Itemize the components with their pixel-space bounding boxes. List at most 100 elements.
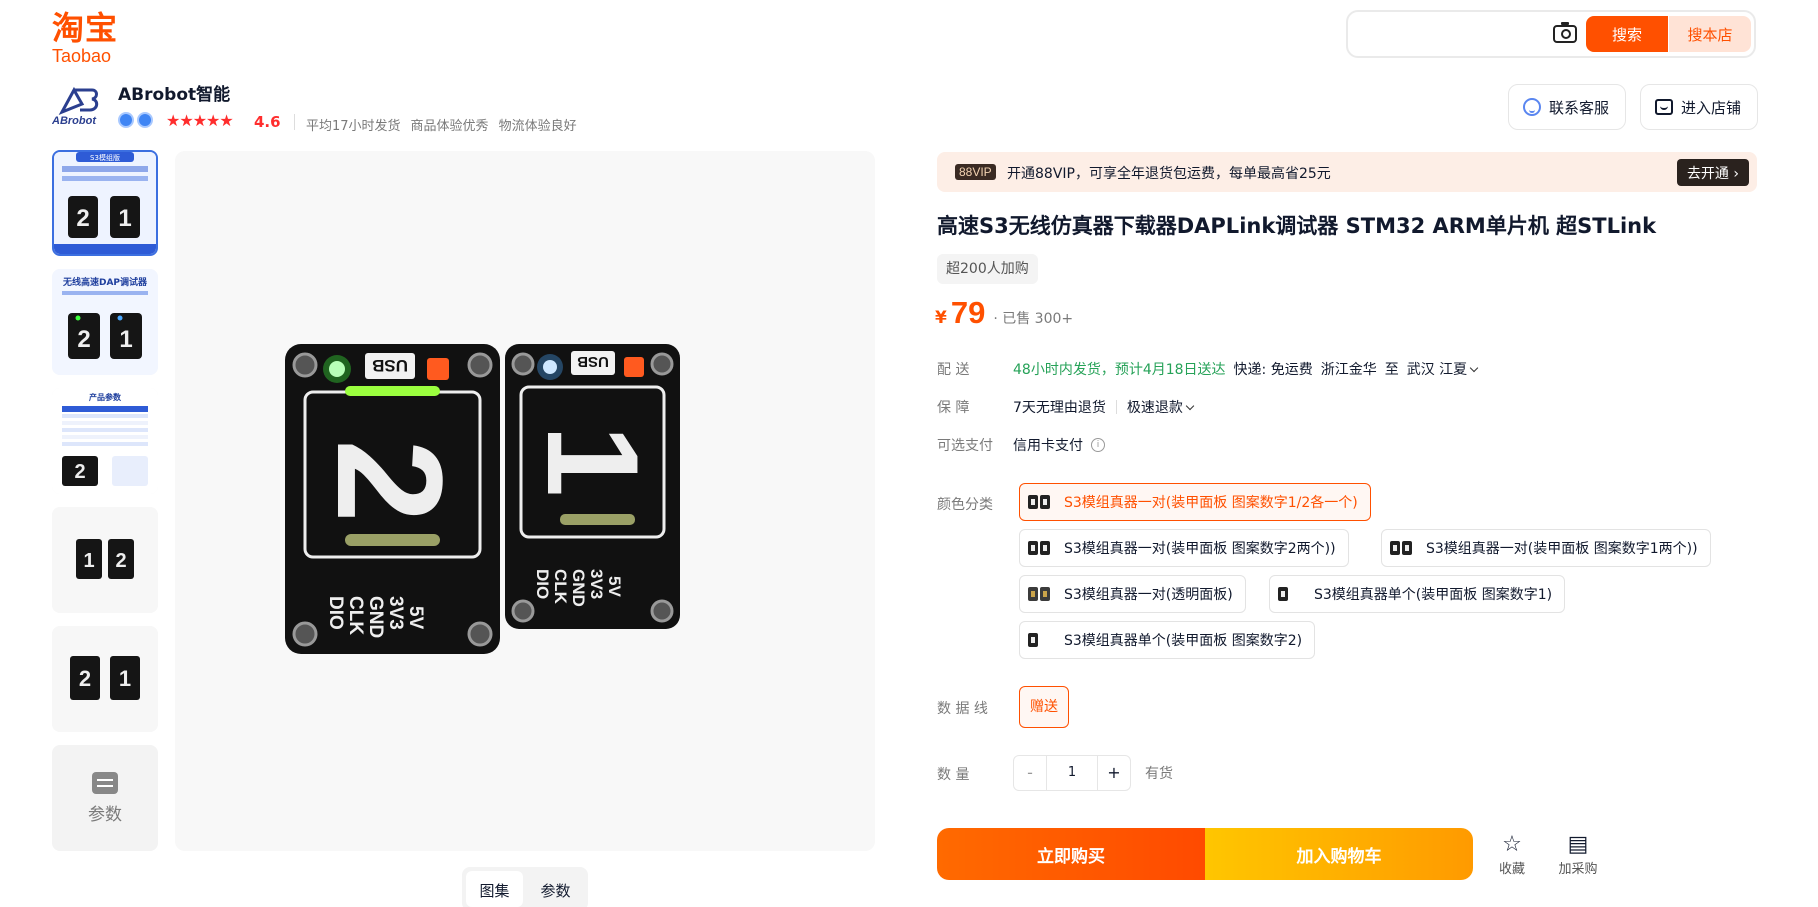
guarantee-refund[interactable]: 极速退款 xyxy=(1126,397,1195,417)
logo-en: Taobao xyxy=(52,46,112,66)
svg-text:2: 2 xyxy=(76,205,89,232)
color-option-5[interactable]: S3模组真器单个(装甲面板 图案数字1) xyxy=(1269,575,1566,613)
favorite-button[interactable]: ☆ 收藏 xyxy=(1492,832,1532,877)
tab-gallery[interactable]: 图集 xyxy=(466,871,523,907)
color-label: 颜色分类 xyxy=(937,497,993,513)
thumbnail-2[interactable]: 无线高速DAP调试器 2 1 xyxy=(52,269,158,375)
quantity-label: 数 量 xyxy=(937,767,970,783)
cable-option-gift[interactable]: 赠送 xyxy=(1019,686,1069,728)
shop-logo-icon[interactable]: ABrobot xyxy=(52,86,106,126)
divider xyxy=(294,114,295,130)
cart-count-tag: 超200人加购 xyxy=(937,254,1038,284)
shop-stat: 平均17小时发货 xyxy=(306,119,401,134)
option-thumbnail-icon xyxy=(1390,539,1414,557)
svg-text:2: 2 xyxy=(79,666,91,691)
quantity-input[interactable]: 1 xyxy=(1047,755,1097,791)
thumbnail-4[interactable]: 1 2 xyxy=(52,507,158,613)
divider xyxy=(1115,400,1117,414)
svg-text:5V: 5V xyxy=(605,576,624,597)
taobao-logo[interactable]: 淘宝 Taobao xyxy=(52,10,128,66)
enter-store-button[interactable]: 进入店铺 xyxy=(1640,84,1758,130)
star-icon: ☆ xyxy=(1502,832,1522,857)
payment-info: 信用卡支付 i xyxy=(1013,435,1105,455)
search-button[interactable]: 搜索 xyxy=(1586,16,1668,52)
option-thumbnail-icon xyxy=(1028,539,1052,557)
shop-stats: 平均17小时发货 商品体验优秀 物流体验良好 xyxy=(306,115,577,134)
svg-text:2: 2 xyxy=(306,439,474,522)
thumbnail-image: 无线高速DAP调试器 2 1 xyxy=(52,269,158,375)
svg-text:CLK: CLK xyxy=(551,569,570,605)
params-icon xyxy=(92,771,118,794)
thumbnail-3[interactable]: 产品参数 2 xyxy=(52,388,158,494)
delivery-info: 48小时内发货，预计4月18日送达 快递: 免运费 浙江金华 至 武汉 江夏 xyxy=(1013,359,1479,379)
camera-icon[interactable] xyxy=(1553,22,1577,43)
option-thumbnail-icon xyxy=(1278,585,1302,603)
svg-text:5V: 5V xyxy=(405,606,426,630)
contact-service-label: 联系客服 xyxy=(1549,98,1610,117)
search-shop-button[interactable]: 搜本店 xyxy=(1669,16,1751,52)
thumbnail-1[interactable]: S3模组版 2 1 xyxy=(52,150,158,256)
svg-text:GND: GND xyxy=(365,596,386,638)
svg-text:1: 1 xyxy=(118,205,131,232)
color-option-4[interactable]: S3模组真器一对(透明面板) xyxy=(1019,575,1246,613)
guarantee-return: 7天无理由退货 xyxy=(1013,400,1106,416)
params-thumbnail[interactable]: 参数 xyxy=(52,745,158,851)
store-icon xyxy=(1655,99,1673,115)
contact-service-button[interactable]: 联系客服 xyxy=(1508,84,1626,130)
product-title: 高速S3无线仿真器下载器DAPLink调试器 STM32 ARM单片机 超STL… xyxy=(937,214,1657,238)
badge-icon xyxy=(137,112,153,128)
option-label: S3模组真器一对(透明面板) xyxy=(1064,587,1233,603)
price: 79 xyxy=(950,295,986,330)
svg-text:1: 1 xyxy=(119,326,132,353)
color-option-2[interactable]: S3模组真器一对(装甲面板 图案数字2两个)) xyxy=(1019,529,1349,567)
svg-text:无线高速DAP调试器: 无线高速DAP调试器 xyxy=(62,276,148,288)
delivery-to-word: 至 xyxy=(1384,362,1399,378)
svg-text:产品参数: 产品参数 xyxy=(89,392,122,402)
quantity-minus-button[interactable]: - xyxy=(1013,755,1047,791)
vip-open-button[interactable]: 去开通 › xyxy=(1676,159,1749,186)
sold-count: · 已售 300+ xyxy=(993,311,1074,327)
svg-text:DIO: DIO xyxy=(533,569,552,599)
guarantee-info: 7天无理由退货 极速退款 xyxy=(1013,397,1195,417)
svg-text:1: 1 xyxy=(520,425,666,497)
shop-badges xyxy=(118,112,153,128)
shop-rating: 4.6 xyxy=(254,113,281,131)
svg-text:1: 1 xyxy=(83,550,94,572)
color-option-3[interactable]: S3模组真器一对(装甲面板 图案数字1两个)) xyxy=(1381,529,1711,567)
add-purchase-button[interactable]: ▤ 加采购 xyxy=(1558,832,1598,877)
svg-text:DIO: DIO xyxy=(325,596,346,630)
color-option-6[interactable]: S3模组真器单个(装甲面板 图案数字2) xyxy=(1019,621,1316,659)
buy-now-button[interactable]: 立即购买 xyxy=(937,828,1205,880)
svg-text:ABrobot: ABrobot xyxy=(52,115,97,126)
favorite-label: 收藏 xyxy=(1498,862,1525,877)
shop-name[interactable]: ABrobot智能 xyxy=(118,80,230,105)
quantity-plus-button[interactable]: + xyxy=(1097,755,1131,791)
thumbnail-image: 1 2 xyxy=(52,507,158,613)
delivery-label: 配 送 xyxy=(937,362,970,378)
option-label: S3模组真器一对(装甲面板 图案数字2两个)) xyxy=(1064,541,1336,557)
thumbnail-image: 2 1 xyxy=(52,626,158,732)
color-option-1[interactable]: S3模组真器一对(装甲面板 图案数字1/2各一个) xyxy=(1019,483,1371,521)
service-icon xyxy=(1523,98,1541,116)
destination-text: 武汉 江夏 xyxy=(1406,362,1468,378)
option-thumbnail-icon xyxy=(1028,585,1052,603)
add-to-cart-button[interactable]: 加入购物车 xyxy=(1205,828,1473,880)
svg-text:2: 2 xyxy=(77,326,90,353)
left-board: USB 2 5V 3V3 GND CLK DIO xyxy=(285,344,500,654)
delivery-destination[interactable]: 武汉 江夏 xyxy=(1406,359,1479,379)
product-image: USB 2 5V 3V3 GND CLK DIO USB 1 5V 3V3 GN… xyxy=(175,151,875,851)
quantity-stepper: - 1 + 有货 xyxy=(1013,755,1173,791)
shop-stat: 物流体验良好 xyxy=(498,119,577,134)
badge-icon xyxy=(118,112,134,128)
info-icon[interactable]: i xyxy=(1091,438,1105,452)
thumbnail-5[interactable]: 2 1 xyxy=(52,626,158,732)
main-product-image[interactable]: USB 2 5V 3V3 GND CLK DIO USB 1 5V 3V3 GN… xyxy=(175,151,875,851)
payment-label: 可选支付 xyxy=(937,438,993,454)
option-label: S3模组真器单个(装甲面板 图案数字1) xyxy=(1314,587,1553,603)
thumbnail-image: S3模组版 2 1 xyxy=(54,152,156,254)
refund-text: 极速退款 xyxy=(1126,400,1183,416)
params-label: 参数 xyxy=(88,804,122,825)
tab-params[interactable]: 参数 xyxy=(527,871,584,907)
add-purchase-label: 加采购 xyxy=(1558,862,1598,877)
chevron-down-icon xyxy=(1469,363,1479,373)
